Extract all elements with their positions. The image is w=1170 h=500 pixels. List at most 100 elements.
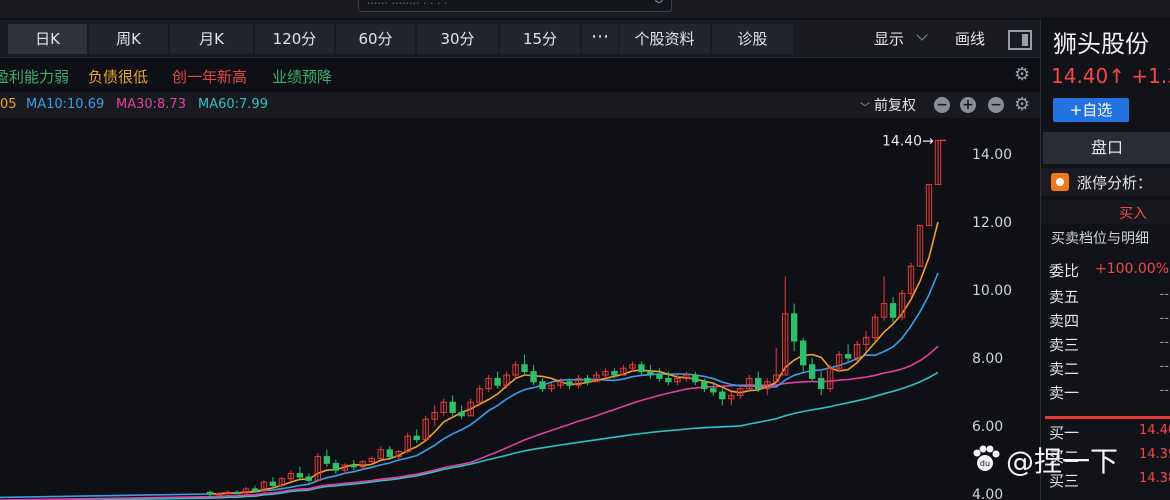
quote-panel: 狮头股份 14.40↑ +1.3 +自选 盘口 涨停分析： 买入 买卖档位与明细…	[1040, 20, 1170, 500]
adjust-dropdown[interactable]: 前复权	[874, 95, 916, 115]
sell-level-value: --	[1159, 335, 1169, 350]
plus-icon[interactable]: +	[960, 97, 976, 113]
candle-body	[611, 371, 618, 376]
chevron-down-icon: ﹀	[860, 103, 870, 114]
y-tick-label: 14.00	[972, 147, 1012, 163]
sell-level-value: --	[1159, 311, 1169, 326]
candle-body	[799, 340, 807, 366]
last-price-label: 14.40→	[882, 133, 934, 149]
more-button[interactable]: ⋯	[582, 24, 618, 54]
sell-level-value: --	[1159, 359, 1169, 374]
candle-body	[808, 364, 816, 379]
ma60-value: MA60:7.99	[198, 97, 268, 112]
stock-name: 狮头股份	[1053, 30, 1149, 58]
gear-icon[interactable]: ⚙	[1014, 94, 1030, 115]
commission-ratio-label: 委比	[1049, 262, 1080, 280]
ma60-line	[43, 371, 939, 500]
ma-legend: 05 MA10:10.69 MA30:8.73 MA60:7.99 ﹀ 前复权 …	[0, 92, 1040, 118]
limit-up-label: 涨停分析：	[1077, 174, 1153, 192]
kline-svg: 14.00 12.00 10.00 8.00 6.00 4.00 14.40→	[0, 133, 1012, 500]
sell-row: 卖二 --	[1041, 356, 1170, 380]
candle-body	[521, 364, 528, 373]
sell-level-value: --	[1159, 287, 1169, 302]
ma30-line	[0, 345, 939, 500]
stock-info-button[interactable]: 个股资料	[619, 24, 711, 54]
candle-body	[458, 411, 465, 417]
kline-chart[interactable]: 14.00 12.00 10.00 8.00 6.00 4.00 14.40→	[0, 118, 1040, 500]
tab-30min[interactable]: 30分	[417, 24, 499, 54]
tab-order-book[interactable]: 盘口	[1043, 132, 1170, 164]
candle-body	[665, 377, 672, 383]
y-tick-label: 10.00	[972, 283, 1012, 299]
candle-body	[566, 381, 573, 386]
display-dropdown[interactable]: 显示	[858, 24, 938, 54]
candle-body	[584, 377, 591, 383]
candle-body	[791, 313, 798, 342]
buy-label: 买入	[1119, 206, 1147, 222]
y-tick-label: 8.00	[972, 351, 1003, 367]
tab-monthly-k[interactable]: 月K	[170, 24, 254, 54]
ma5-value: 05	[0, 97, 17, 112]
sell-row: 卖三 --	[1041, 332, 1170, 356]
settings-gear-icon[interactable]: ⚙	[1014, 64, 1030, 85]
candle-body	[755, 377, 762, 390]
candle-body	[530, 371, 537, 383]
paw-logo-icon: du	[973, 445, 1000, 471]
sell-row: 卖四 --	[1041, 308, 1170, 332]
y-tick-label: 12.00	[972, 215, 1012, 231]
candle-body	[296, 473, 304, 478]
y-tick-label: 4.00	[972, 487, 1003, 500]
candle-body	[305, 476, 313, 481]
buy-level-value: 14.40	[1139, 423, 1170, 438]
tab-15min[interactable]: 15分	[500, 24, 581, 54]
candle-body	[647, 371, 654, 376]
search-text: ...... ........ . . . .	[367, 0, 448, 7]
search-input[interactable]: ...... ........ . . . .	[358, 0, 672, 12]
order-detail-label[interactable]: 买卖档位与明细	[1051, 228, 1149, 248]
sell-row: 卖五 --	[1041, 284, 1170, 308]
buy-bar[interactable]: 买入	[1041, 200, 1170, 224]
candle-body	[206, 491, 214, 495]
tag-new-high[interactable]: 创一年新高	[172, 66, 247, 87]
search-icon[interactable]	[655, 0, 663, 3]
stock-tags: 盈利能力弱 负债很低 创一年新高 业绩预降	[0, 60, 1040, 88]
candle-body	[638, 364, 645, 373]
candle-body	[350, 464, 357, 468]
diagnose-button[interactable]: 诊股	[712, 24, 794, 54]
candle-body	[719, 391, 726, 400]
tab-weekly-k[interactable]: 周K	[89, 24, 169, 54]
candle-body	[692, 374, 699, 383]
minus-icon[interactable]: −	[934, 97, 950, 113]
tab-60min[interactable]: 60分	[336, 24, 416, 54]
candle-body	[817, 377, 825, 390]
tag-earnings[interactable]: 业绩预降	[272, 66, 332, 87]
candle-body	[701, 381, 708, 390]
y-tick-label: 6.00	[972, 419, 1003, 435]
add-watchlist-button[interactable]: +自选	[1053, 98, 1129, 122]
sell-level-label: 卖五	[1049, 288, 1080, 306]
svg-text:du: du	[980, 459, 990, 468]
analysis-icon	[1051, 173, 1069, 191]
tag-debt[interactable]: 负债很低	[88, 66, 148, 87]
candle-body	[449, 401, 456, 413]
watermark: du @捏一下	[966, 440, 1156, 480]
minus-icon[interactable]: −	[988, 97, 1004, 113]
commission-ratio-value: +100.00%	[1095, 261, 1170, 277]
limit-up-analysis[interactable]: 涨停分析：	[1041, 168, 1170, 196]
commission-ratio-row: 委比 +100.00%	[1041, 256, 1170, 284]
tab-daily-k[interactable]: 日K	[8, 24, 88, 54]
candle-body	[251, 488, 259, 492]
stock-price: 14.40↑ +1.3	[1051, 64, 1170, 88]
candle-body	[233, 491, 241, 495]
draw-line-button[interactable]: 画线	[944, 24, 996, 54]
sell-level-label: 卖二	[1049, 360, 1080, 378]
layout-toggle-icon[interactable]	[1008, 30, 1032, 50]
order-book-divider	[1045, 416, 1170, 419]
sell-level-label: 卖一	[1049, 384, 1080, 402]
top-strip: ...... ........ . . . .	[0, 0, 1170, 18]
candle-body	[656, 374, 663, 379]
candle-body	[710, 388, 717, 393]
tag-profitability[interactable]: 盈利能力弱	[0, 66, 69, 87]
tab-120min[interactable]: 120分	[255, 24, 335, 54]
sell-level-label: 卖三	[1049, 336, 1080, 354]
